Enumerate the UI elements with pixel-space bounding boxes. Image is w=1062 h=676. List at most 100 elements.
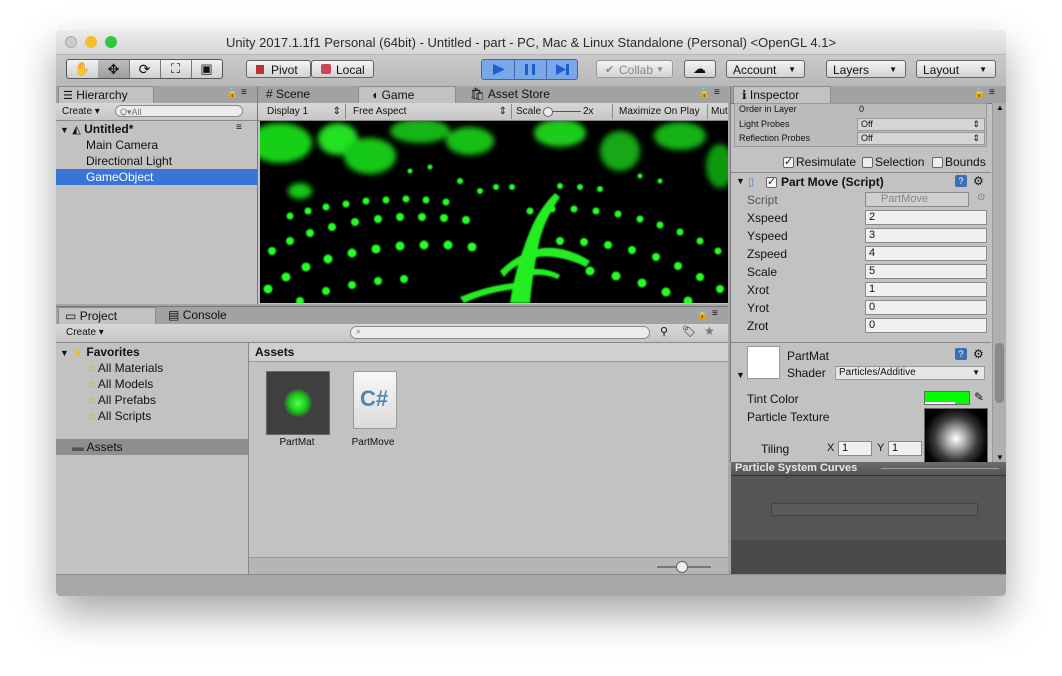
panel-menu-icon[interactable]: ≡ [989,87,995,98]
icon-size-slider-thumb[interactable] [676,561,688,573]
eyedropper-icon[interactable]: ✎ [974,390,984,404]
light-probes-label: Light Probes [739,119,790,129]
panel-menu-icon[interactable]: ≡ [712,308,718,319]
rotate-tool-icon[interactable]: ⟳ [129,60,161,78]
hierarchy-item-main-camera[interactable]: Main Camera [86,137,158,153]
create-dropdown[interactable]: Create ▾ [66,325,104,340]
favorites-section[interactable]: ▼ ★ Favorites [60,344,140,360]
display-dropdown[interactable]: Display 1 ⇕ [258,104,346,119]
assets-folder-item[interactable]: ▬ Assets [56,439,248,455]
tiling-x-field[interactable]: 1 [838,441,872,456]
curves-editor-area[interactable] [731,476,1006,540]
tab-scene[interactable]: # Scene [262,86,354,103]
step-button[interactable] [546,60,578,79]
lock-icon[interactable]: 🔒 [226,88,238,99]
favorite-star-icon[interactable]: ★ [704,324,715,338]
search-icon: ○ [88,377,96,391]
yspeed-field[interactable]: 3 [865,228,987,243]
pause-button[interactable] [514,60,547,79]
panel-menu-icon[interactable]: ≡ [714,87,720,98]
gear-icon[interactable]: ⚙ [973,174,984,188]
inspector-scrollbar[interactable]: ▲ ▼ [992,103,1006,462]
light-probes-dropdown[interactable]: Off ⇕ [857,118,985,131]
tab-console[interactable]: ▤ Console [160,307,260,324]
tab-hierarchy[interactable]: ☰ Hierarchy [58,86,154,103]
tag-icon[interactable]: 🏷 [682,325,696,338]
maximize-on-play-toggle[interactable]: Maximize On Play [612,104,707,119]
scroll-down-icon[interactable]: ▼ [996,453,1004,462]
drag-handle[interactable] [881,468,999,469]
info-icon: ℹ [742,88,747,102]
layers-dropdown[interactable]: Layers ▼ [826,60,906,78]
zspeed-field[interactable]: 4 [865,246,987,261]
lock-icon[interactable]: 🔒 [696,309,708,320]
search-by-type-icon[interactable]: ⚲ [660,325,668,338]
lock-icon[interactable]: 🔒 [973,88,985,99]
pivot-label: Pivot [271,63,298,77]
hand-tool-icon[interactable]: ✋ [67,60,99,78]
tab-inspector[interactable]: ℹ Inspector [733,86,831,103]
yrot-field[interactable]: 0 [865,300,987,315]
cloud-button[interactable]: ☁ [684,60,716,78]
reflection-probes-dropdown[interactable]: Off ⇕ [857,132,985,145]
hierarchy-item-directional-light[interactable]: Directional Light [86,153,172,169]
script-field[interactable]: PartMove [865,192,969,207]
tint-color-swatch[interactable] [924,391,970,405]
expand-triangle-icon[interactable]: ▼ [736,176,745,186]
scene-menu-icon[interactable]: ≡ [236,122,242,133]
scene-root[interactable]: ▼ ◭ Untitled* [60,121,257,137]
bounds-checkbox[interactable] [932,157,943,168]
asset-partmat[interactable] [266,371,330,435]
selection-checkbox[interactable] [862,157,873,168]
resimulate-checkbox[interactable] [783,155,794,168]
xrot-field[interactable]: 1 [865,282,987,297]
tab-asset-store[interactable]: 🛍 Asset Store [466,86,576,103]
lock-icon[interactable]: 🔒 [698,88,710,99]
xspeed-field[interactable]: 2 [865,210,987,225]
panel-menu-icon[interactable]: ≡ [241,87,247,98]
collab-button[interactable]: ✔ Collab ▼ [596,60,673,78]
layout-dropdown[interactable]: Layout ▼ [916,60,996,78]
favorite-all-prefabs[interactable]: ○ All Prefabs [88,392,156,408]
favorite-all-models[interactable]: ○ All Models [88,376,153,392]
aspect-dropdown[interactable]: Free Aspect ⇕ [348,104,512,119]
component-enabled-checkbox[interactable] [766,175,777,188]
favorite-all-scripts[interactable]: ○ All Scripts [88,408,151,424]
help-book-icon[interactable]: ? [955,175,967,187]
game-viewport[interactable] [260,121,728,303]
create-dropdown[interactable]: Create ▾ [62,104,100,119]
zrot-field[interactable]: 0 [865,318,987,333]
scale-label: Scale [516,104,541,119]
scale-tool-icon[interactable]: ⛶ [160,60,192,78]
tab-project[interactable]: ▭ Project [58,307,156,324]
pivot-toggle[interactable]: Pivot [246,60,311,78]
expand-triangle-icon[interactable]: ▼ [736,370,745,380]
scale-slider-thumb[interactable] [543,107,553,117]
object-picker-icon[interactable]: ⊙ [977,192,985,203]
scale-field[interactable]: 5 [865,264,987,279]
account-dropdown[interactable]: Account ▼ [726,60,805,78]
mute-audio-toggle[interactable]: Mut [707,104,728,119]
particle-texture-slot[interactable] [924,408,988,464]
order-in-layer-value[interactable]: 0 [859,104,864,114]
material-preview-thumbnail [747,346,780,379]
rect-tool-icon[interactable]: ▣ [191,60,222,78]
scroll-up-icon[interactable]: ▲ [996,103,1004,112]
tiling-x-label: X [827,442,835,454]
hierarchy-search-input[interactable]: Q▾All [115,105,243,117]
help-book-icon[interactable]: ? [955,348,967,360]
project-search-input[interactable]: ⌕ [350,326,650,339]
shader-dropdown[interactable]: Particles/Additive ▼ [835,366,985,380]
asset-partmove[interactable]: C# [353,371,397,429]
move-tool-icon[interactable]: ✥ [98,60,130,78]
script-file-icon: ▯ [748,176,755,188]
play-button[interactable] [482,60,515,79]
favorite-all-materials[interactable]: ○ All Materials [88,360,163,376]
local-toggle[interactable]: Local [311,60,374,78]
curve-range-bar[interactable] [771,503,978,516]
gear-icon[interactable]: ⚙ [973,347,984,361]
tiling-y-field[interactable]: 1 [888,441,922,456]
tab-game[interactable]: ◖ Game [358,86,456,103]
scrollbar-thumb[interactable] [995,343,1004,403]
hierarchy-item-gameobject[interactable]: GameObject [56,169,257,185]
